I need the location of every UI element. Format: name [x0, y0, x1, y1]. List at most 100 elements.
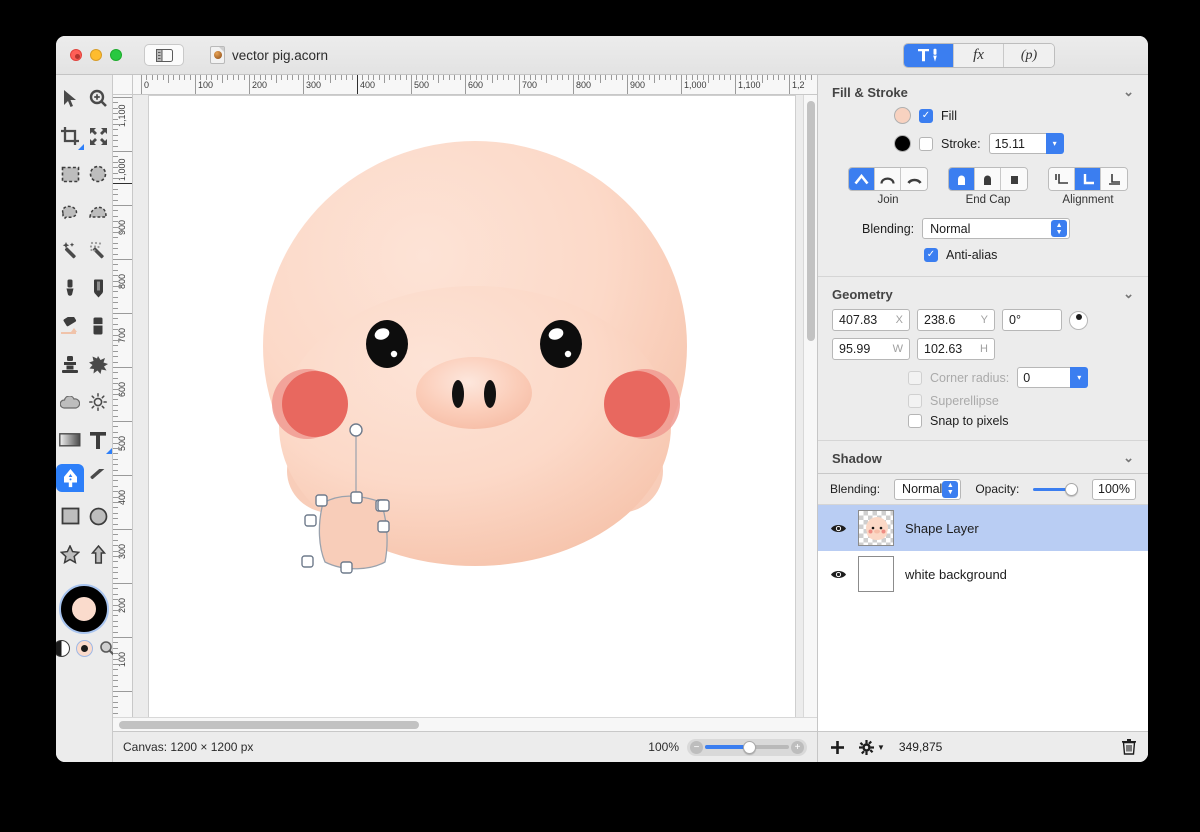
magic-wand-tool[interactable] — [56, 236, 84, 264]
document-title-area[interactable]: vector pig.acorn — [210, 46, 328, 64]
corner-radius-value[interactable]: 0 — [1017, 367, 1071, 388]
smudge-tool[interactable] — [84, 350, 112, 378]
antialias-checkbox[interactable] — [924, 248, 938, 262]
minimize-button[interactable] — [90, 49, 102, 61]
y-field[interactable]: 238.6 Y — [917, 309, 995, 331]
pencil-tool[interactable] — [84, 274, 112, 302]
join-buttons[interactable] — [848, 167, 928, 191]
paint-bucket-tool[interactable] — [56, 312, 84, 340]
chevron-down-icon[interactable]: ⌄ — [1123, 450, 1134, 466]
foreground-color-well[interactable] — [59, 584, 109, 634]
pig-artwork[interactable] — [149, 96, 796, 717]
crop-tool[interactable] — [56, 122, 84, 150]
fill-color-swatch[interactable] — [894, 107, 911, 124]
fill-stroke-section-header[interactable]: Fill & Stroke ⌄ — [818, 75, 1148, 107]
gradient-tool[interactable] — [56, 426, 84, 454]
close-button[interactable] — [70, 49, 82, 61]
eraser-tool[interactable] — [84, 312, 112, 340]
ellipse-select-tool[interactable] — [84, 160, 112, 188]
corner-radius-dropdown-button[interactable]: ▾ — [1070, 367, 1089, 388]
alignment-buttons[interactable] — [1048, 167, 1128, 191]
polygon-lasso-tool[interactable] — [84, 198, 112, 226]
layer-row-white-background[interactable]: white background — [818, 551, 1148, 597]
scrollbar-thumb[interactable] — [119, 721, 419, 729]
layers-list[interactable]: Shape Layer white background — [818, 504, 1148, 731]
shadow-section-header[interactable]: Shadow ⌄ — [818, 440, 1148, 473]
arrow-shape-tool[interactable] — [84, 540, 112, 568]
geometry-section-header[interactable]: Geometry ⌄ — [818, 276, 1148, 309]
stroke-width-dropdown-button[interactable]: ▾ — [1045, 133, 1064, 154]
superellipse-checkbox[interactable] — [908, 394, 922, 408]
chevron-updown-icon[interactable]: ▲ ▼ — [942, 480, 959, 498]
inspector-tab-switcher[interactable]: fx (p) — [903, 43, 1055, 68]
stroke-width-field[interactable]: 15.11 ▾ — [988, 133, 1064, 154]
bezier-pen-tool[interactable] — [56, 464, 84, 492]
zoom-in-icon[interactable]: + — [791, 740, 804, 754]
align-inside-button[interactable] — [1049, 168, 1075, 190]
maximize-button[interactable] — [110, 49, 122, 61]
sidebar-toggle-button[interactable] — [144, 44, 184, 66]
brush-tool[interactable] — [56, 274, 84, 302]
scrollbar-thumb[interactable] — [807, 101, 815, 341]
width-field[interactable]: 95.99 W — [832, 338, 910, 360]
lasso-tool[interactable] — [56, 198, 84, 226]
layer-thumbnail[interactable] — [858, 510, 894, 546]
align-center-button[interactable] — [1075, 168, 1101, 190]
path-tab[interactable]: (p) — [1004, 44, 1054, 67]
trash-icon[interactable] — [1122, 739, 1136, 755]
stroke-color-swatch[interactable] — [894, 135, 911, 152]
miter-join-button[interactable] — [849, 168, 875, 190]
fill-color-swatch[interactable] — [72, 597, 96, 621]
rotation-field[interactable]: 0° — [1002, 309, 1062, 331]
line-tool[interactable] — [84, 464, 112, 492]
layer-row-shape-layer[interactable]: Shape Layer — [818, 505, 1148, 551]
canvas-vertical-scrollbar[interactable] — [803, 95, 817, 717]
layer-visibility-toggle[interactable] — [830, 523, 847, 534]
move-tool[interactable] — [56, 84, 84, 112]
corner-radius-field[interactable]: 0 ▾ — [1017, 367, 1089, 388]
rotation-knob[interactable] — [1069, 310, 1088, 330]
canvas-horizontal-scrollbar[interactable] — [113, 717, 817, 731]
canvas-page[interactable] — [148, 95, 796, 717]
star-shape-tool[interactable] — [56, 540, 84, 568]
ruler-corner[interactable] — [113, 75, 133, 95]
zoom-tool[interactable] — [84, 84, 112, 112]
blending-mode-select[interactable]: Normal ▲ ▼ — [922, 218, 1071, 239]
fill-checkbox[interactable] — [919, 108, 933, 123]
chevron-down-icon[interactable]: ⌄ — [1123, 286, 1134, 302]
layer-blending-select[interactable]: Normal ▲ ▼ — [894, 478, 962, 500]
zoom-slider-knob[interactable] — [743, 740, 756, 754]
swap-colors-icon[interactable] — [75, 640, 93, 657]
horizontal-ruler[interactable]: 0 100 200 300 400 500 600 700 800 900 1,000 1,100 1,… — [133, 75, 817, 95]
clone-stamp-tool[interactable] — [56, 350, 84, 378]
square-cap-button[interactable] — [1001, 168, 1027, 190]
ellipse-shape-tool[interactable] — [84, 502, 112, 530]
layer-thumbnail[interactable] — [858, 556, 894, 592]
instant-alpha-tool[interactable] — [84, 236, 112, 264]
x-field[interactable]: 407.83 X — [832, 309, 910, 331]
plus-icon[interactable] — [830, 740, 845, 755]
text-tool[interactable] — [84, 426, 112, 454]
bezier-control-handle[interactable] — [349, 423, 363, 437]
chevron-down-icon[interactable]: ⌄ — [1123, 84, 1134, 100]
height-field[interactable]: 102.63 H — [917, 338, 995, 360]
tools-tab[interactable] — [904, 44, 954, 67]
canvas-scroll-area[interactable] — [133, 95, 817, 717]
blur-tool[interactable] — [56, 388, 84, 416]
opacity-value-field[interactable]: 100% — [1092, 478, 1136, 500]
chevron-updown-icon[interactable]: ▲ ▼ — [1051, 220, 1068, 237]
transform-tool[interactable] — [84, 122, 112, 150]
align-outside-button[interactable] — [1101, 168, 1127, 190]
butt-cap-button[interactable] — [949, 168, 975, 190]
layer-settings-menu[interactable]: ▼ — [859, 739, 885, 755]
dodge-tool[interactable] — [84, 388, 112, 416]
corner-radius-checkbox[interactable] — [908, 370, 922, 385]
zoom-slider[interactable]: − + — [687, 738, 807, 756]
bevel-join-button[interactable] — [901, 168, 927, 190]
rectangle-shape-tool[interactable] — [56, 502, 84, 530]
snap-to-pixels-checkbox[interactable] — [908, 414, 922, 428]
opacity-slider[interactable] — [1033, 482, 1079, 496]
default-colors-icon[interactable] — [56, 640, 70, 657]
opacity-slider-knob[interactable] — [1065, 482, 1079, 496]
zoom-out-icon[interactable]: − — [690, 740, 703, 754]
